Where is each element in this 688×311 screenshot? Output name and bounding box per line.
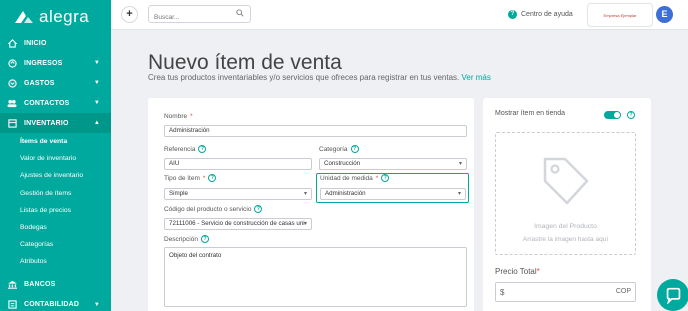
chevron-down-icon: ▼	[93, 80, 100, 86]
nav-bancos[interactable]: BANCOS	[0, 275, 111, 295]
referencia-label: Referencia ?	[164, 145, 207, 153]
referencia-label-text: Referencia	[164, 145, 196, 153]
help-icon[interactable]: ?	[198, 145, 207, 153]
search-box[interactable]	[148, 5, 251, 26]
precio-total-label: Precio Total*	[495, 267, 540, 276]
nav-label: CONTABILIDAD	[24, 301, 80, 308]
referencia-input[interactable]: AIU	[164, 158, 312, 170]
ver-mas-link[interactable]: Ver más	[462, 73, 491, 82]
unidad-medida-select[interactable]: Administración	[320, 188, 466, 200]
alegra-logo[interactable]: alegra	[0, 0, 111, 33]
help-icon[interactable]: ?	[350, 145, 359, 153]
help-center-label: Centro de ayuda	[521, 11, 573, 18]
bank-icon	[7, 280, 17, 290]
inventory-icon	[7, 118, 17, 128]
company-name: Empresa Ejemplar	[603, 12, 637, 18]
required-mark: *	[202, 174, 206, 182]
page-title: Nuevo ítem de venta	[148, 51, 342, 74]
avatar[interactable]: E	[656, 6, 673, 23]
help-center-link[interactable]: ? Centro de ayuda	[508, 10, 573, 19]
required-mark: *	[375, 174, 379, 182]
help-icon[interactable]: ?	[381, 174, 390, 182]
submenu-gestion-items[interactable]: Gestión de ítems	[0, 185, 111, 202]
unidad-medida-label-text: Unidad de medida	[320, 174, 373, 182]
nav-label: INGRESOS	[24, 59, 63, 67]
descripcion-label-text: Descripción	[164, 235, 198, 243]
categoria-select[interactable]: Construcción	[319, 158, 467, 170]
income-icon	[7, 58, 17, 68]
help-icon[interactable]: ?	[208, 174, 217, 182]
nav-ingresos[interactable]: INGRESOS ▼	[0, 53, 111, 73]
descripcion-label: Descripción ?	[164, 235, 209, 243]
chevron-down-icon: ▼	[93, 301, 100, 308]
categoria-label-text: Categoría	[319, 145, 348, 153]
required-mark: *	[190, 113, 193, 120]
help-icon[interactable]: ?	[627, 111, 635, 119]
submenu-atributos[interactable]: Atributos	[0, 253, 111, 270]
page-subtitle: Crea tus productos inventariables y/o se…	[148, 73, 491, 82]
currency-code: COP	[615, 288, 631, 295]
nav-contactos[interactable]: CONTACTOS ▼	[0, 93, 111, 113]
help-icon[interactable]: ?	[254, 205, 263, 213]
nav-label: GASTOS	[24, 79, 55, 87]
submenu-listas-precios[interactable]: Listas de precios	[0, 202, 111, 219]
expenses-icon	[7, 78, 17, 88]
tipo-item-label-text: Tipo de ítem	[164, 174, 200, 182]
show-store-toggle[interactable]	[604, 111, 621, 119]
precio-total-label-text: Precio Total	[495, 267, 537, 276]
chat-button[interactable]	[657, 279, 688, 311]
currency-symbol: $	[500, 288, 505, 297]
quick-add-button[interactable]: +	[121, 6, 138, 23]
nombre-label: Nombre *	[164, 113, 193, 120]
chevron-down-icon: ▼	[93, 60, 100, 66]
codigo-label-text: Código del producto o servicio	[164, 205, 252, 213]
nav-label: BANCOS	[24, 281, 56, 288]
submenu-ajustes-inventario[interactable]: Ajustes de inventario	[0, 167, 111, 184]
nav-label: INVENTARIO	[24, 119, 69, 127]
submenu-bodegas[interactable]: Bodegas	[0, 219, 111, 236]
nav-inicio[interactable]: INICIO	[0, 33, 111, 53]
image-title: Imagen del Producto	[534, 223, 597, 230]
chat-icon	[666, 287, 680, 304]
required-mark: *	[536, 267, 540, 276]
descripcion-textarea[interactable]: Objeto del contrato	[164, 247, 467, 307]
tipo-item-select[interactable]: Simple	[164, 188, 312, 200]
home-icon	[7, 38, 17, 48]
search-input[interactable]	[149, 9, 229, 26]
company-logo[interactable]: Empresa Ejemplar	[587, 3, 653, 27]
codigo-select[interactable]: 72111006 - Servicio de construcción de c…	[164, 218, 312, 230]
inventory-submenu: Ítems de venta Valor de inventario Ajust…	[0, 133, 111, 271]
nombre-label-text: Nombre	[164, 113, 188, 120]
show-store-label: Mostrar ítem en tienda	[495, 110, 566, 117]
nombre-input[interactable]: Administración	[164, 125, 467, 137]
sidebar: alegra INICIO INGRESOS ▼ GASTOS ▼ CONTAC…	[0, 0, 111, 311]
alegra-logo-icon	[15, 10, 33, 23]
nav-label: CONTACTOS	[24, 99, 70, 107]
page-subtitle-text: Crea tus productos inventariables y/o se…	[148, 73, 460, 82]
nav-contabilidad[interactable]: CONTABILIDAD ▼	[0, 295, 111, 311]
question-icon: ?	[508, 10, 517, 19]
chevron-up-icon: ▲	[93, 120, 100, 126]
precio-total-input[interactable]: $ COP	[495, 282, 636, 302]
codigo-label: Código del producto o servicio ?	[164, 205, 263, 213]
categoria-label: Categoría ?	[319, 145, 359, 153]
submenu-items-venta[interactable]: Ítems de venta	[0, 133, 111, 150]
topbar: + ? Centro de ayuda Empresa Ejemplar E	[111, 0, 688, 30]
nav-inventario[interactable]: INVENTARIO ▲	[0, 113, 111, 133]
tipo-item-label: Tipo de ítem * ?	[164, 174, 217, 182]
accounting-icon	[7, 300, 17, 310]
logo-text: alegra	[39, 6, 90, 26]
image-hint: Arrastre la imagen hasta aquí	[522, 236, 609, 243]
contacts-icon	[7, 98, 17, 108]
help-icon[interactable]: ?	[200, 235, 209, 243]
unidad-medida-label: Unidad de medida * ?	[320, 174, 390, 182]
search-icon[interactable]	[236, 9, 244, 19]
nav-gastos[interactable]: GASTOS ▼	[0, 73, 111, 93]
chevron-down-icon: ▼	[93, 100, 100, 106]
submenu-categorias[interactable]: Categorías	[0, 236, 111, 253]
submenu-valor-inventario[interactable]: Valor de inventario	[0, 150, 111, 167]
nav-label: INICIO	[24, 39, 47, 47]
price-tag-icon	[543, 157, 589, 205]
